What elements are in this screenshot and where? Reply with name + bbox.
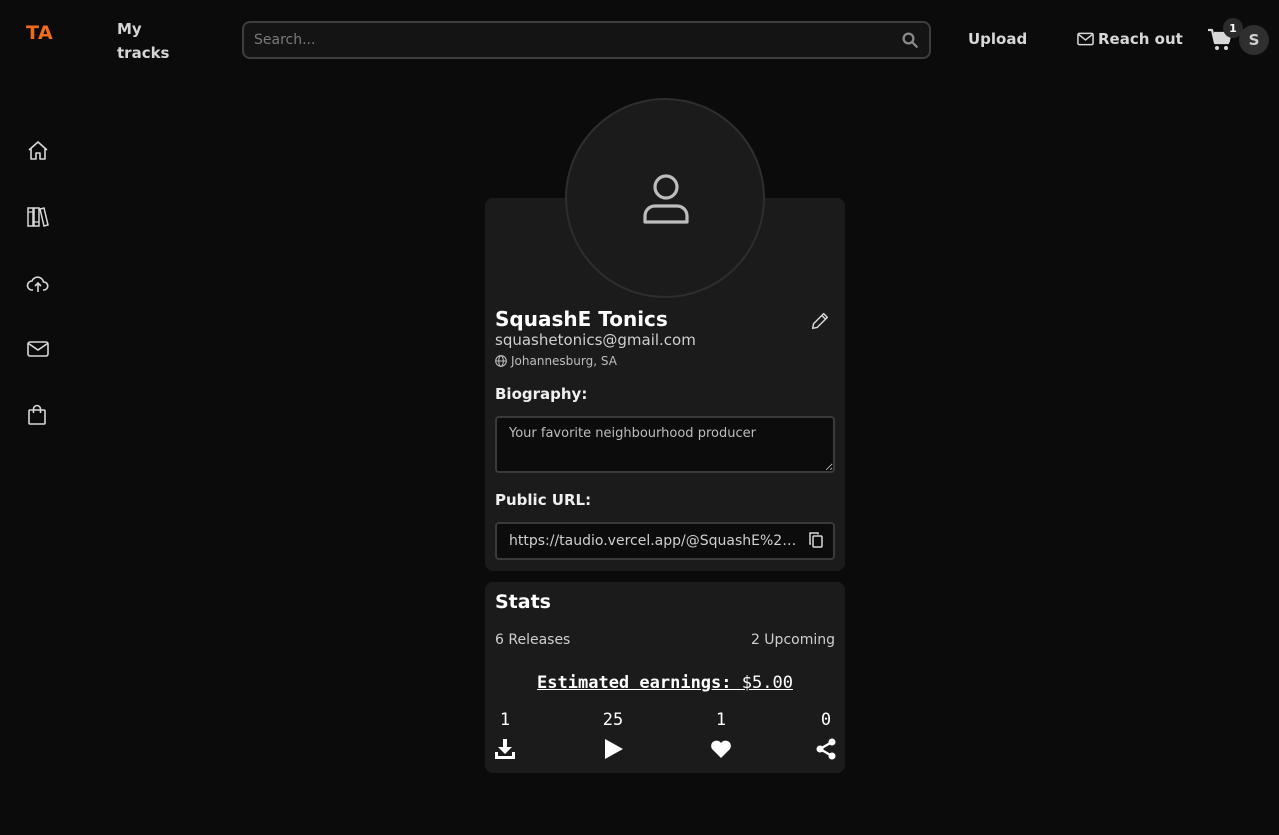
public-url-box	[495, 522, 835, 560]
public-url-label: Public URL:	[495, 491, 592, 509]
profile-email: squashetonics@gmail.com	[495, 331, 696, 349]
cloud-upload-icon[interactable]	[26, 272, 50, 296]
reach-out-label: Reach out	[1098, 30, 1183, 48]
estimated-earnings: Estimated earnings: $5.00	[485, 673, 845, 693]
reach-out-link[interactable]: Reach out	[1077, 30, 1183, 48]
biography-field[interactable]: Your favorite neighbourhood producer	[495, 416, 835, 473]
library-icon[interactable]	[26, 205, 50, 229]
biography-label: Biography:	[495, 385, 588, 403]
search-bar	[242, 21, 931, 59]
likes-count: 1	[715, 710, 727, 730]
profile-picture[interactable]	[565, 98, 765, 298]
search-input[interactable]	[254, 23, 884, 57]
play-icon[interactable]	[601, 737, 625, 761]
plays-count: 25	[602, 710, 624, 730]
profile-location: Johannesburg, SA	[495, 354, 617, 368]
profile-name: SquashE Tonics	[495, 307, 668, 331]
earnings-value: $5.00	[741, 673, 793, 693]
releases-count: 6 Releases	[495, 632, 571, 648]
logo[interactable]: TA	[26, 22, 53, 44]
upcoming-count: 2 Upcoming	[750, 632, 835, 648]
shares-count: 0	[820, 710, 832, 730]
edit-pencil-icon[interactable]	[809, 310, 831, 332]
user-icon	[643, 174, 689, 224]
globe-icon	[495, 355, 507, 367]
my-tracks-link[interactable]: My tracks	[117, 17, 187, 65]
download-icon[interactable]	[493, 737, 517, 761]
earnings-label: Estimated earnings:	[537, 673, 732, 693]
location-text: Johannesburg, SA	[511, 354, 617, 368]
heart-icon[interactable]	[709, 737, 733, 761]
public-url-field[interactable]	[509, 524, 801, 558]
copy-icon[interactable]	[807, 531, 825, 549]
home-icon[interactable]	[26, 139, 50, 163]
shopping-bag-icon[interactable]	[26, 403, 50, 427]
share-icon[interactable]	[814, 737, 838, 761]
mail-icon	[1077, 32, 1094, 46]
user-avatar[interactable]: S	[1239, 25, 1269, 55]
mail-icon[interactable]	[26, 337, 50, 361]
upload-link[interactable]: Upload	[968, 30, 1027, 48]
stats-title: Stats	[495, 591, 551, 613]
downloads-count: 1	[499, 710, 511, 730]
search-icon[interactable]	[901, 31, 919, 49]
